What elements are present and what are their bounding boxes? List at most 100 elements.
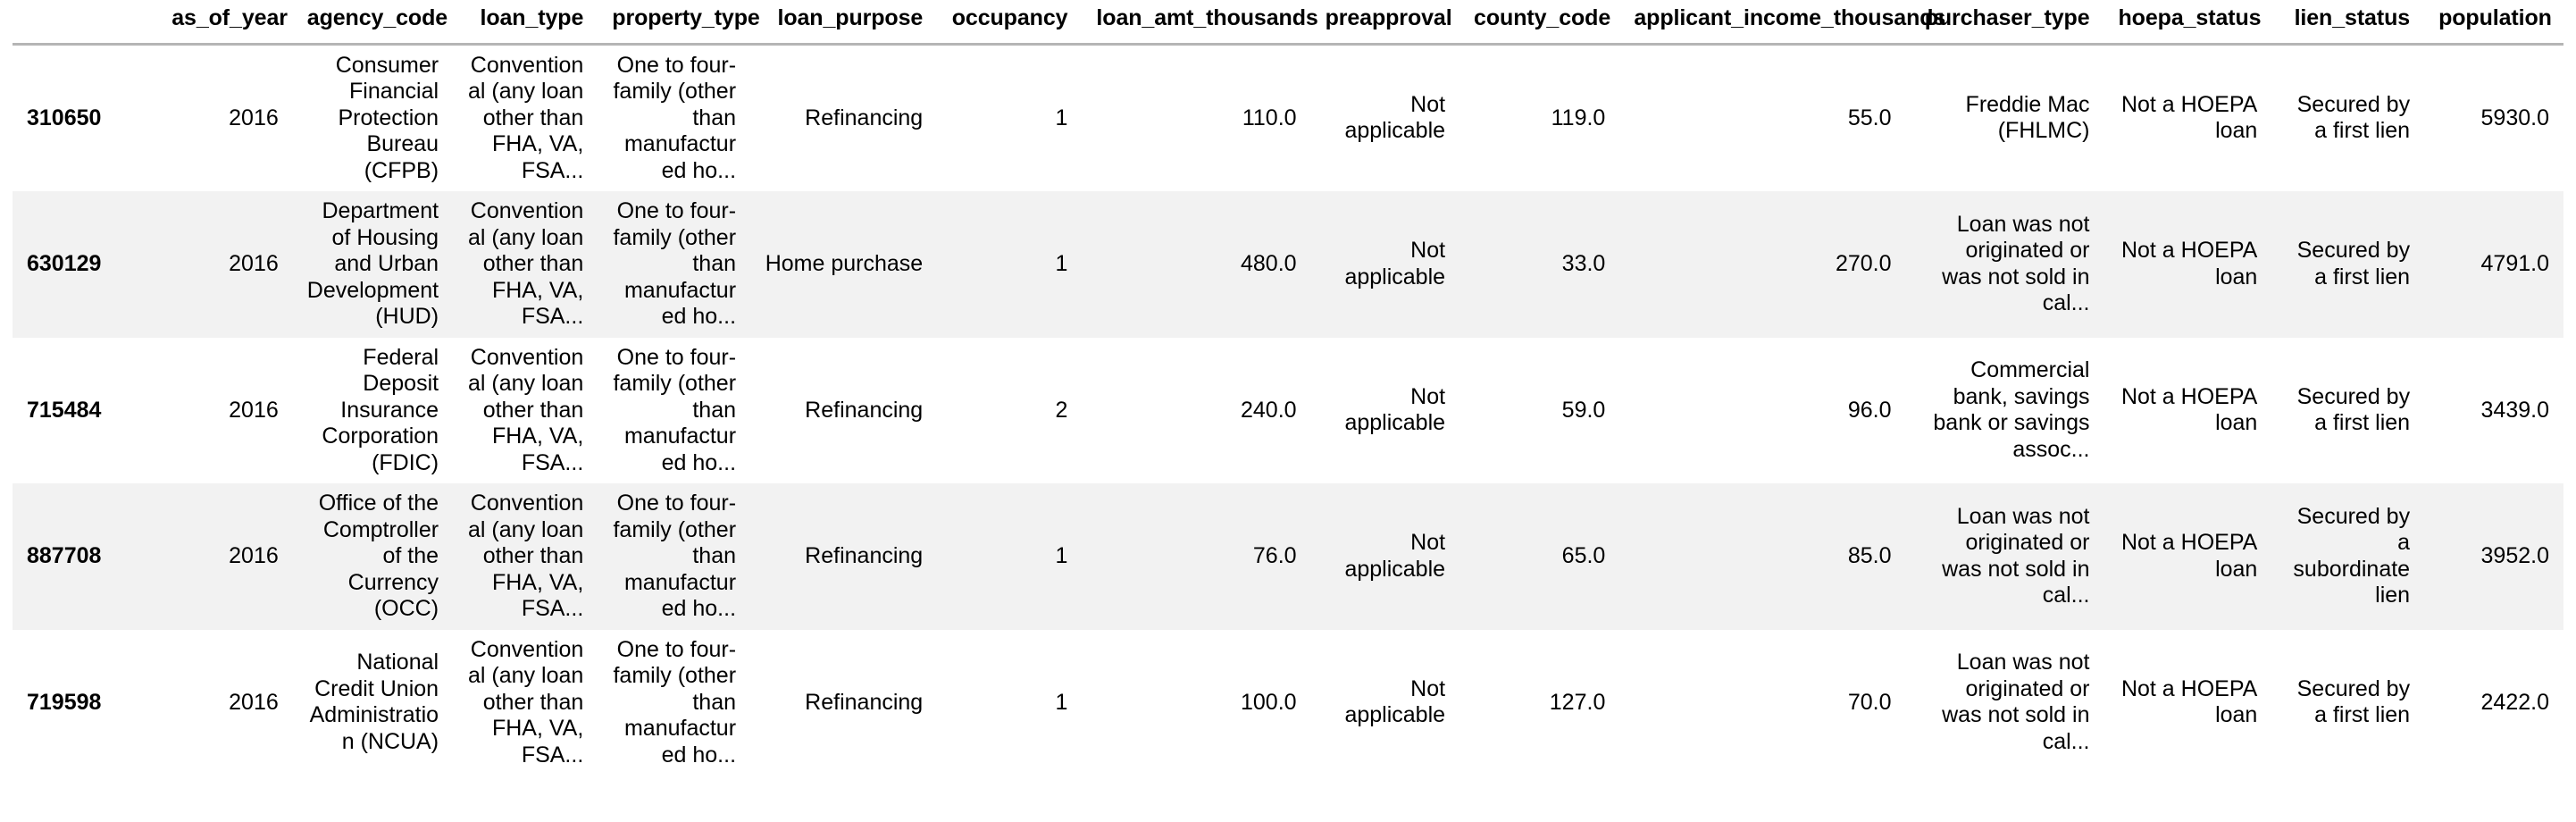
row-index: 715484 (27, 397, 102, 423)
cell-occupancy: 2 (1055, 397, 1068, 423)
cell-loan-purpose: Refinancing (805, 397, 924, 423)
dataframe-table: as_of_year agency_code loan_type propert… (13, 0, 2563, 776)
cell-property-type: One to four-family (other than manufactu… (613, 636, 737, 767)
table-row: 887708 2016 Office of the Comptroller of… (13, 483, 2563, 630)
cell-county-code: 59.0 (1561, 397, 1606, 423)
cell-county-code: 119.0 (1551, 105, 1606, 130)
cell-loan-amt-thousands: 100.0 (1241, 689, 1297, 715)
column-header-preapproval: preapproval (1310, 0, 1460, 46)
cell-occupancy: 1 (1055, 543, 1068, 568)
cell-loan-purpose: Home purchase (765, 251, 924, 276)
column-header-agency-code: agency_code (292, 0, 454, 46)
column-header-index (13, 0, 158, 46)
column-header-lien-status: lien_status (2271, 0, 2425, 46)
column-header-purchaser-type: purchaser_type (1905, 0, 2104, 46)
cell-hoepa-status: Not a HOEPA loan (2120, 383, 2258, 436)
cell-loan-purpose: Refinancing (805, 689, 924, 715)
cell-applicant-income-thousands: 70.0 (1847, 689, 1892, 715)
column-header-loan-amt-thousands: loan_amt_thousands (1082, 0, 1318, 46)
cell-population: 3952.0 (2480, 543, 2549, 568)
cell-occupancy: 1 (1055, 105, 1068, 130)
cell-lien-status: Secured by a first lien (2296, 238, 2411, 289)
cell-loan-amt-thousands: 480.0 (1241, 251, 1297, 276)
cell-lien-status: Secured by a first lien (2296, 91, 2411, 144)
cell-population: 2422.0 (2480, 689, 2549, 715)
cell-as-of-year: 2016 (229, 105, 279, 130)
cell-lien-status: Secured by a subordinate lien (2293, 503, 2411, 608)
cell-hoepa-status: Not a HOEPA loan (2120, 91, 2258, 144)
cell-occupancy: 1 (1055, 251, 1068, 276)
cell-loan-type: Conventional (any loan other than FHA, V… (468, 491, 584, 621)
table-body: 310650 2016 Consumer Financial Protectio… (13, 44, 2563, 776)
cell-applicant-income-thousands: 55.0 (1847, 105, 1892, 130)
cell-agency-code: Consumer Financial Protection Bureau (CF… (335, 52, 439, 183)
cell-county-code: 127.0 (1549, 689, 1606, 715)
column-header-occupancy: occupancy (937, 0, 1083, 46)
column-header-loan-purpose: loan_purpose (750, 0, 938, 46)
table-row: 719598 2016 National Credit Union Admini… (13, 629, 2563, 776)
cell-population: 4791.0 (2480, 251, 2549, 276)
column-header-county-code: county_code (1459, 0, 1620, 46)
cell-purchaser-type: Commercial bank, savings bank or savings… (1933, 357, 2090, 462)
cell-loan-type: Conventional (any loan other than FHA, V… (468, 198, 584, 329)
cell-applicant-income-thousands: 96.0 (1847, 397, 1892, 423)
cell-agency-code: Federal Deposit Insurance Corporation (F… (322, 344, 439, 475)
column-header-property-type: property_type (598, 0, 760, 46)
cell-loan-amt-thousands: 110.0 (1242, 105, 1297, 130)
cell-loan-type: Conventional (any loan other than FHA, V… (468, 636, 584, 767)
cell-agency-code: National Credit Union Administration (NC… (309, 650, 439, 754)
cell-purchaser-type: Loan was not originated or was not sold … (1942, 211, 2090, 316)
row-index: 887708 (27, 543, 102, 568)
cell-property-type: One to four-family (other than manufactu… (613, 198, 737, 329)
cell-loan-amt-thousands: 76.0 (1252, 543, 1297, 568)
cell-applicant-income-thousands: 270.0 (1835, 251, 1892, 276)
cell-as-of-year: 2016 (229, 251, 279, 276)
cell-as-of-year: 2016 (229, 689, 279, 715)
dataframe-container: as_of_year agency_code loan_type propert… (0, 0, 2576, 776)
cell-loan-type: Conventional (any loan other than FHA, V… (468, 52, 584, 183)
cell-agency-code: Office of the Comptroller of the Currenc… (318, 491, 439, 621)
cell-property-type: One to four-family (other than manufactu… (613, 344, 737, 475)
cell-as-of-year: 2016 (229, 543, 279, 568)
cell-hoepa-status: Not a HOEPA loan (2120, 675, 2258, 728)
table-header: as_of_year agency_code loan_type propert… (13, 0, 2563, 46)
cell-population: 5930.0 (2480, 105, 2549, 130)
cell-county-code: 65.0 (1561, 543, 1606, 568)
cell-property-type: One to four-family (other than manufactu… (613, 52, 737, 183)
cell-loan-amt-thousands: 240.0 (1241, 397, 1297, 423)
cell-applicant-income-thousands: 85.0 (1847, 543, 1892, 568)
column-header-loan-type: loan_type (453, 0, 598, 46)
column-header-as-of-year: as_of_year (157, 0, 293, 46)
column-header-population: population (2424, 0, 2563, 46)
cell-occupancy: 1 (1055, 689, 1068, 715)
cell-loan-purpose: Refinancing (805, 105, 924, 130)
header-row: as_of_year agency_code loan_type propert… (13, 0, 2563, 46)
cell-preapproval: Not applicable (1344, 530, 1446, 582)
column-header-hoepa-status: hoepa_status (2103, 0, 2272, 46)
table-row: 310650 2016 Consumer Financial Protectio… (13, 44, 2563, 191)
cell-agency-code: Department of Housing and Urban Developm… (306, 198, 439, 329)
column-header-applicant-income-thousands: applicant_income_thousands (1619, 0, 1945, 46)
row-index: 630129 (27, 251, 102, 276)
cell-purchaser-type: Loan was not originated or was not sold … (1942, 650, 2090, 754)
cell-as-of-year: 2016 (229, 397, 279, 423)
cell-loan-purpose: Refinancing (805, 543, 924, 568)
cell-lien-status: Secured by a first lien (2296, 383, 2411, 436)
cell-preapproval: Not applicable (1344, 675, 1446, 728)
cell-hoepa-status: Not a HOEPA loan (2120, 530, 2258, 582)
cell-lien-status: Secured by a first lien (2296, 675, 2411, 728)
cell-purchaser-type: Freddie Mac (FHLMC) (1965, 91, 2090, 144)
cell-preapproval: Not applicable (1344, 238, 1446, 289)
cell-purchaser-type: Loan was not originated or was not sold … (1942, 503, 2090, 608)
cell-loan-type: Conventional (any loan other than FHA, V… (468, 344, 584, 475)
cell-county-code: 33.0 (1561, 251, 1606, 276)
cell-hoepa-status: Not a HOEPA loan (2120, 238, 2258, 289)
cell-population: 3439.0 (2480, 397, 2549, 423)
cell-preapproval: Not applicable (1344, 383, 1446, 436)
row-index: 310650 (27, 105, 102, 130)
table-row: 630129 2016 Department of Housing and Ur… (13, 191, 2563, 338)
row-index: 719598 (27, 689, 102, 715)
table-row: 715484 2016 Federal Deposit Insurance Co… (13, 337, 2563, 483)
cell-property-type: One to four-family (other than manufactu… (613, 491, 737, 621)
cell-preapproval: Not applicable (1344, 91, 1446, 144)
